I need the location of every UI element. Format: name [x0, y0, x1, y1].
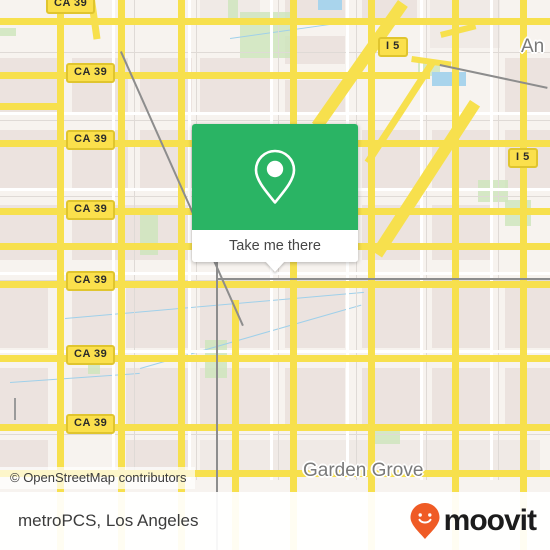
- moovit-brand[interactable]: moovit: [409, 502, 537, 540]
- ca-39-shield[interactable]: CA 39: [66, 271, 116, 291]
- i-5-shield[interactable]: I 5: [508, 148, 538, 168]
- map-pin-icon: [254, 149, 296, 204]
- osm-attribution[interactable]: © OpenStreetMap contributors: [0, 467, 195, 489]
- map-block: [0, 368, 48, 428]
- take-me-there-label: Take me there: [229, 238, 321, 254]
- map-block: [0, 288, 48, 348]
- map-block: [0, 130, 58, 190]
- map-park: [228, 0, 238, 18]
- map-minor-street: [498, 0, 499, 480]
- place-label-garden-grove: Garden Grove: [303, 460, 424, 481]
- footer-bar: metroPCS, Los Angeles moovit: [0, 492, 550, 550]
- map-highway: [0, 103, 62, 110]
- i-5-shield[interactable]: I 5: [378, 37, 408, 57]
- map-highway: [290, 0, 297, 550]
- map-block: [432, 368, 490, 428]
- place-label-anaheim: An: [521, 36, 545, 57]
- map-block: [505, 368, 550, 428]
- map-block: [72, 288, 112, 348]
- ca-39-shield[interactable]: CA 39: [66, 63, 116, 83]
- map-minor-street: [0, 434, 550, 435]
- ca-39-shield[interactable]: CA 39: [66, 345, 116, 365]
- map-park: [0, 28, 16, 36]
- map-marker-post: [14, 398, 16, 420]
- map-block: [505, 288, 550, 348]
- card-pin-area: [192, 124, 358, 230]
- ca-39-shield[interactable]: CA 39: [46, 0, 96, 14]
- take-me-there-button[interactable]: Take me there: [192, 230, 358, 262]
- card-pointer-arrow: [265, 261, 285, 272]
- map-block: [0, 440, 48, 470]
- map-rail: [216, 278, 550, 280]
- destination-card[interactable]: Take me there: [192, 124, 358, 272]
- ca-39-shield[interactable]: CA 39: [66, 200, 116, 220]
- map-minor-street: [0, 52, 550, 53]
- map-screenshot: Garden Grove An CA 39 CA 39 CA 39 CA 39 …: [0, 0, 550, 550]
- ca-39-shield[interactable]: CA 39: [66, 414, 116, 434]
- map-block: [200, 58, 270, 113]
- map-street: [490, 0, 493, 480]
- place-title: metroPCS, Los Angeles: [18, 511, 199, 530]
- map-block: [432, 288, 490, 348]
- map-highway: [0, 72, 430, 79]
- moovit-wordmark: moovit: [443, 504, 537, 537]
- map-highway: [452, 0, 459, 550]
- moovit-smiley-pin-icon: [410, 503, 440, 539]
- map-water: [432, 72, 466, 86]
- map-park: [478, 180, 508, 202]
- map-water: [318, 0, 342, 10]
- ca-39-shield[interactable]: CA 39: [66, 130, 116, 150]
